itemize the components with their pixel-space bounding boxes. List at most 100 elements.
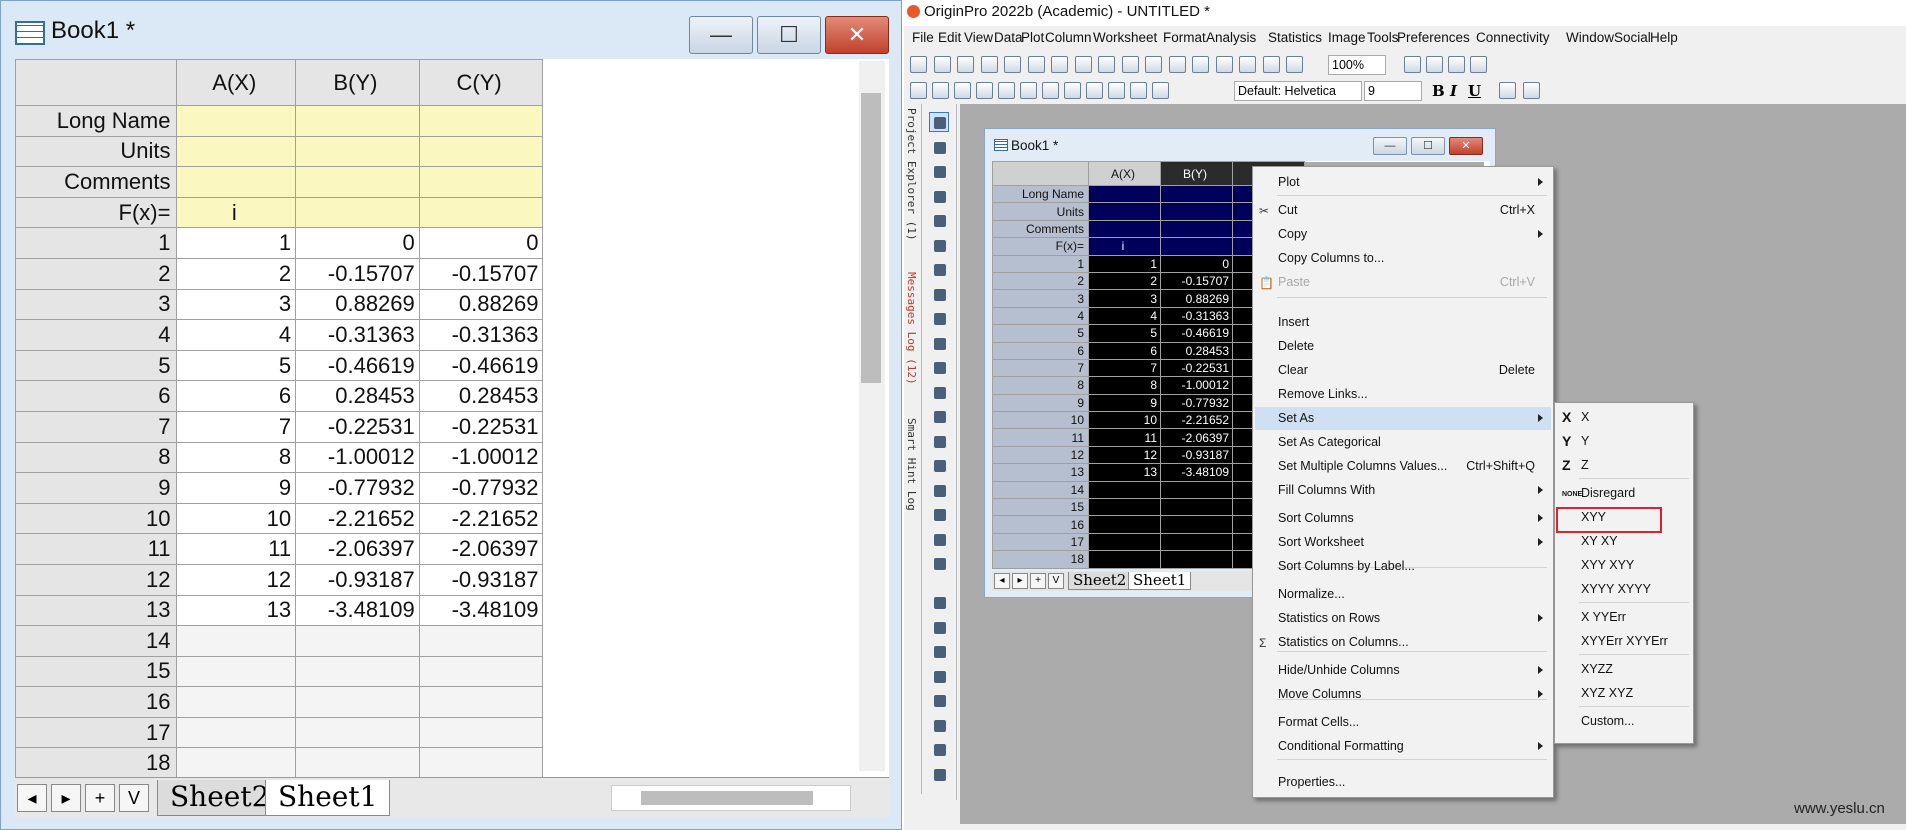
close-button[interactable]: ✕ (825, 16, 889, 54)
row-number[interactable]: 13 (992, 463, 1089, 482)
menu-edit[interactable]: Edit (938, 30, 961, 45)
submenu-item-z[interactable]: ZZ (1557, 454, 1693, 477)
row-number[interactable]: 13 (14, 594, 178, 627)
meta-row-label[interactable]: Units (14, 135, 178, 168)
data-cell[interactable] (1088, 550, 1161, 569)
add-icon[interactable] (1470, 56, 1487, 73)
data-cell[interactable]: 10 (1088, 411, 1161, 430)
tool-button-icon[interactable] (929, 455, 949, 475)
data-cell[interactable]: 5 (176, 349, 297, 382)
tool-button-icon[interactable] (929, 617, 949, 637)
data-cell[interactable]: -2.21652 (418, 502, 544, 535)
menu-item-set-as-categorical[interactable]: Set As Categorical (1255, 431, 1551, 454)
data-cell[interactable] (418, 625, 544, 657)
inner-tab-next-button[interactable]: ▸ (1012, 573, 1028, 589)
data-cell[interactable]: 8 (1088, 376, 1161, 395)
vertical-scroll-thumb[interactable] (861, 93, 881, 383)
data-cell[interactable]: 0.28453 (418, 380, 544, 412)
toolbar-button-icon[interactable] (1020, 82, 1037, 99)
column-header[interactable]: A(X) (176, 59, 297, 106)
new-workbook-icon[interactable] (933, 56, 951, 73)
menu-item-properties[interactable]: Properties... (1255, 771, 1551, 794)
data-cell[interactable]: 2 (176, 257, 297, 290)
data-cell[interactable]: -0.46619 (295, 349, 420, 382)
data-cell[interactable]: 8 (176, 441, 297, 474)
color-icon[interactable] (1426, 56, 1443, 73)
inner-tab-sheet2[interactable]: Sheet2 (1068, 572, 1132, 590)
tab-sheet2[interactable]: Sheet2 (157, 780, 283, 816)
data-cell[interactable] (1160, 515, 1233, 534)
meta-row-label[interactable]: Comments (992, 219, 1089, 239)
toolbar-button-icon[interactable] (998, 82, 1015, 99)
meta-cell[interactable] (295, 166, 420, 198)
horizontal-scroll-thumb[interactable] (641, 791, 813, 805)
recent-icon[interactable] (1168, 56, 1186, 73)
column-header[interactable]: A(X) (1088, 161, 1161, 186)
tool-button-icon[interactable] (929, 690, 949, 710)
meta-row-label[interactable]: Units (992, 202, 1089, 221)
toolbar-button-icon[interactable] (1499, 82, 1516, 99)
print-icon[interactable] (1262, 56, 1280, 73)
meta-cell[interactable] (176, 135, 297, 168)
layer-icon[interactable] (1448, 56, 1465, 73)
data-cell[interactable]: -3.48109 (295, 594, 420, 627)
menu-column[interactable]: Column (1045, 30, 1092, 45)
tool-button-icon[interactable] (929, 553, 949, 573)
open-icon[interactable] (1074, 56, 1092, 73)
row-number[interactable]: 16 (992, 515, 1089, 534)
data-cell[interactable]: -0.77932 (295, 472, 420, 504)
menu-window[interactable]: Window (1566, 30, 1614, 45)
toolbar-button-icon[interactable] (932, 82, 949, 99)
data-cell[interactable]: -2.06397 (1160, 428, 1233, 447)
font-combo[interactable]: Default: Helvetica (1234, 81, 1362, 101)
tool-button-icon[interactable] (929, 406, 949, 426)
row-number[interactable]: 15 (14, 655, 178, 688)
data-cell[interactable]: -2.06397 (418, 533, 544, 565)
menu-file[interactable]: File (912, 30, 934, 45)
submenu-item-xyyerr-xyyerr[interactable]: XYYErr XYYErr (1557, 630, 1693, 653)
row-number[interactable]: 10 (992, 411, 1089, 430)
row-number[interactable]: 17 (992, 532, 1089, 552)
data-cell[interactable]: 3 (176, 288, 297, 321)
menu-item-move-columns[interactable]: Move Columns (1255, 683, 1551, 706)
menu-item-paste[interactable]: 📋 Paste Ctrl+V (1255, 271, 1551, 294)
row-number[interactable]: 5 (14, 349, 178, 382)
book-title-bar[interactable]: Book1 * — ☐ ✕ (1, 1, 901, 57)
data-cell[interactable] (176, 655, 297, 688)
data-cell[interactable] (1088, 515, 1161, 534)
meta-cell[interactable] (1160, 237, 1233, 256)
data-cell[interactable] (1160, 550, 1233, 569)
row-number[interactable]: 14 (14, 625, 178, 657)
data-cell[interactable]: -2.06397 (295, 533, 420, 565)
maximize-button[interactable]: ☐ (757, 16, 821, 54)
inner-add-sheet-button[interactable]: + (1030, 573, 1046, 589)
data-cell[interactable]: -3.48109 (418, 594, 544, 627)
data-cell[interactable] (295, 625, 420, 657)
meta-row-label[interactable]: Long Name (14, 105, 178, 137)
tool-button-icon[interactable] (929, 308, 949, 328)
column-header[interactable]: B(Y) (295, 59, 420, 106)
data-cell[interactable]: 6 (176, 380, 297, 412)
tool-button-icon[interactable] (929, 235, 949, 255)
toolbar-button-icon[interactable] (1086, 82, 1103, 99)
meta-cell[interactable] (1160, 202, 1233, 221)
meta-cell[interactable] (1160, 184, 1233, 204)
menu-item-conditional-formatting[interactable]: Conditional Formatting (1255, 735, 1551, 758)
menu-item-sort-columns-by-label[interactable]: Sort Columns by Label... (1255, 555, 1551, 578)
row-number[interactable]: 12 (992, 445, 1089, 465)
menu-item-copy-columns-to[interactable]: Copy Columns to... (1255, 247, 1551, 270)
menu-item-set-multiple-columns-values[interactable]: Set Multiple Columns Values... Ctrl+Shift… (1255, 455, 1551, 478)
add-sheet-button[interactable]: + (85, 784, 115, 812)
menu-help[interactable]: Help (1650, 30, 1678, 45)
data-cell[interactable]: 13 (176, 594, 297, 627)
submenu-item-xyz-xyz[interactable]: XYZ XYZ (1557, 682, 1693, 705)
row-number[interactable]: 8 (14, 441, 178, 474)
menu-item-set-as[interactable]: Set As (1255, 407, 1551, 430)
tool-button-icon[interactable] (929, 333, 949, 353)
menu-image[interactable]: Image (1328, 30, 1366, 45)
tool-button-icon[interactable] (929, 382, 949, 402)
data-cell[interactable]: 0 (418, 227, 544, 259)
tool-button-icon[interactable] (929, 210, 949, 230)
meta-cell[interactable] (1160, 219, 1233, 239)
data-cell[interactable]: -0.46619 (418, 349, 544, 382)
